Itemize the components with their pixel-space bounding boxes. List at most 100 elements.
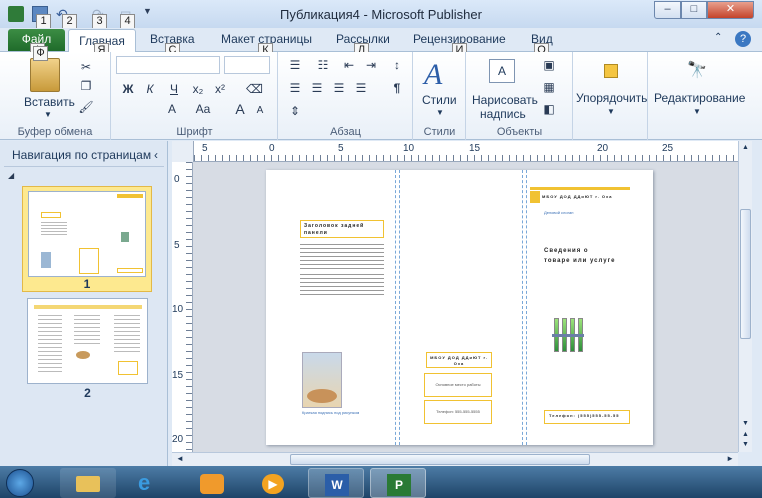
collapse-ribbon-icon[interactable]: ⌃	[714, 32, 722, 43]
underline-button[interactable]: Ч	[166, 82, 182, 96]
styles-icon[interactable]: A	[424, 58, 442, 92]
panel3-org-name[interactable]: МБОУ ДОД ДДиЮТ г. Оха	[542, 194, 632, 200]
panel1-picture[interactable]	[302, 352, 342, 408]
line-spacing-icon[interactable]: ↕	[389, 58, 405, 72]
collapse-nav-icon[interactable]: ‹	[154, 145, 158, 165]
next-page-icon[interactable]: ▲	[742, 431, 749, 438]
panel1-body-text-2[interactable]	[300, 274, 384, 296]
scroll-right-icon[interactable]: ►	[726, 454, 734, 463]
arrange-icon[interactable]	[604, 64, 618, 78]
draw-textbox-label-line1[interactable]: Нарисовать	[472, 93, 538, 107]
table-icon[interactable]: ▦	[541, 80, 557, 94]
paragraph-spacing-icon[interactable]: ⇕	[287, 104, 303, 118]
font-group: Ж К Ч x₂ x² ⌫ A Aa A A Шрифт	[112, 52, 278, 140]
change-case-button[interactable]: Aa	[192, 102, 214, 116]
clear-formatting-icon[interactable]: ⌫	[246, 82, 263, 96]
paste-icon[interactable]	[30, 58, 60, 92]
bullets-icon[interactable]: ☰	[287, 58, 303, 72]
hruler-label: 5	[338, 143, 344, 154]
maximize-button[interactable]: □	[681, 1, 707, 19]
start-button[interactable]	[6, 469, 34, 497]
align-left-icon[interactable]: ☰	[287, 81, 303, 95]
panel2-org-name[interactable]: МБОУ ДОД ДДиЮТ г. Оха	[426, 352, 492, 368]
expand-section-icon[interactable]: ◢	[8, 171, 14, 180]
vertical-ruler[interactable]: 0 5 10 15 20	[172, 162, 193, 452]
objects-group-label: Объекты	[496, 126, 543, 138]
panel3-title-line1[interactable]: Сведения о	[544, 248, 589, 254]
horizontal-scroll-thumb[interactable]	[290, 454, 590, 465]
keytip-home-first: Ф	[33, 46, 48, 61]
draw-textbox-icon[interactable]: A	[489, 59, 515, 83]
panel3-picture[interactable]	[550, 314, 586, 356]
vertical-scrollbar[interactable]: ▲ ▼ ▲ ▼	[738, 141, 752, 452]
shrink-font-button[interactable]: A	[252, 104, 268, 118]
publisher-taskbar-button[interactable]: P	[370, 468, 426, 498]
panel3-phone[interactable]: Телефон: (555)555-55-55	[544, 410, 630, 424]
superscript-button[interactable]: x²	[212, 82, 228, 96]
page-thumbnail-1[interactable]: 1	[22, 186, 152, 292]
vruler-label: 10	[172, 304, 184, 315]
vertical-scroll-thumb[interactable]	[740, 209, 751, 339]
increase-indent-icon[interactable]: ⇥	[363, 58, 379, 72]
horizontal-scrollbar[interactable]: ◄ ►	[172, 452, 738, 466]
panel1-body-text[interactable]	[300, 244, 384, 270]
publication-canvas[interactable]: Заголовок задней панели Краткая подпись …	[193, 162, 738, 452]
help-icon[interactable]: ?	[735, 31, 751, 47]
horizontal-ruler[interactable]: 5 0 5 10 15 20 25	[172, 141, 738, 162]
cut-icon[interactable]: ✂	[78, 60, 94, 74]
prev-page-icon[interactable]: ▼	[742, 441, 749, 448]
paragraph-group-label: Абзац	[330, 126, 361, 138]
word-taskbar-button[interactable]: W	[308, 468, 364, 498]
show-formatting-button[interactable]: ¶	[389, 81, 405, 95]
styles-button[interactable]: Стили	[422, 93, 457, 107]
panel2-phone-box[interactable]: Телефон: 555-555-5555	[424, 400, 492, 424]
justify-icon[interactable]: ☰	[353, 81, 369, 95]
paste-dropdown-icon[interactable]: ▼	[44, 110, 52, 119]
panel1-caption[interactable]: Краткая подпись под рисунком	[302, 410, 362, 416]
media-taskbar-button[interactable]	[184, 468, 240, 498]
numbering-icon[interactable]: ☷	[315, 58, 331, 72]
page-thumbnail-2[interactable]	[27, 298, 148, 384]
minimize-button[interactable]: –	[654, 1, 681, 19]
panel2-address-box[interactable]: Основное место работы	[424, 373, 492, 397]
scroll-left-icon[interactable]: ◄	[176, 454, 184, 463]
align-right-icon[interactable]: ☰	[331, 81, 347, 95]
ie-taskbar-button[interactable]: e	[122, 468, 178, 498]
scroll-up-icon[interactable]: ▲	[742, 144, 749, 151]
editing-button[interactable]: Редактирование	[654, 91, 745, 105]
page-number-1: 1	[83, 277, 91, 291]
paste-button[interactable]: Вставить	[24, 95, 75, 109]
shapes-icon[interactable]: ◧	[541, 102, 557, 116]
find-icon[interactable]: 🔭	[687, 60, 707, 80]
scroll-down-icon[interactable]: ▼	[742, 420, 749, 427]
font-color-button[interactable]: A	[164, 102, 180, 116]
nav-pane-header: Навигация по страницам ‹	[4, 145, 164, 167]
hruler-label: 20	[597, 143, 609, 154]
draw-textbox-label-line2[interactable]: надпись	[480, 107, 526, 121]
subscript-button[interactable]: x₂	[190, 82, 206, 96]
italic-button[interactable]: К	[142, 82, 158, 96]
editing-dropdown-icon[interactable]: ▼	[693, 107, 701, 116]
publication-page[interactable]: Заголовок задней панели Краткая подпись …	[266, 170, 653, 445]
arrange-dropdown-icon[interactable]: ▼	[607, 107, 615, 116]
decrease-indent-icon[interactable]: ⇤	[341, 58, 357, 72]
picture-icon[interactable]: ▣	[541, 58, 557, 72]
arrange-button[interactable]: Упорядочить	[576, 91, 647, 105]
font-name-combo[interactable]	[116, 56, 220, 74]
column-guide	[526, 170, 527, 445]
font-size-combo[interactable]	[224, 56, 270, 74]
grow-font-button[interactable]: A	[232, 102, 248, 116]
player-taskbar-button[interactable]: ▶	[246, 468, 302, 498]
format-painter-icon[interactable]: 🖌	[78, 100, 94, 114]
bold-button[interactable]: Ж	[120, 82, 136, 96]
hruler-label: 25	[662, 143, 674, 154]
page-number-2: 2	[84, 386, 91, 400]
panel3-slogan[interactable]: Деловой слоган	[544, 210, 604, 216]
panel1-heading[interactable]: Заголовок задней панели	[300, 220, 384, 238]
align-center-icon[interactable]: ☰	[309, 81, 325, 95]
close-button[interactable]: ✕	[707, 1, 754, 19]
styles-dropdown-icon[interactable]: ▼	[436, 108, 444, 117]
copy-icon[interactable]: ❐	[78, 79, 94, 93]
explorer-taskbar-button[interactable]	[60, 468, 116, 498]
panel3-title-line2[interactable]: товаре или услуге	[544, 258, 615, 264]
